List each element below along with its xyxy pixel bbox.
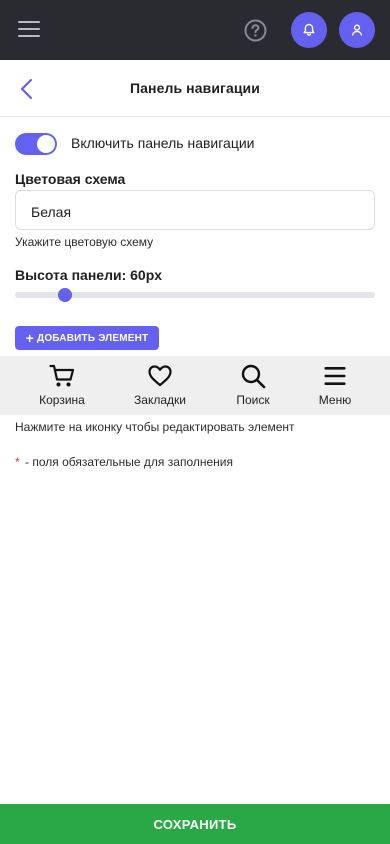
plus-icon: +	[25, 330, 34, 346]
toggle-label: Включить панель навигации	[71, 135, 255, 151]
nav-item-bookmarks[interactable]: Закладки	[115, 356, 205, 415]
panel-height-slider[interactable]	[15, 288, 375, 302]
nav-edit-hint: Нажмите на иконку чтобы редактировать эл…	[15, 420, 295, 434]
nav-item-label: Меню	[318, 393, 352, 407]
nav-item-label: Поиск	[236, 393, 270, 407]
app-bar	[0, 0, 390, 60]
search-icon	[241, 364, 266, 389]
color-scheme-value: Белая	[31, 204, 72, 220]
enable-nav-toggle-row: Включить панель навигации	[15, 132, 375, 156]
nav-preview: Корзина Закладки Поиск Меню	[0, 356, 390, 415]
user-icon	[351, 24, 363, 36]
heart-icon	[148, 365, 172, 387]
nav-item-menu[interactable]: Меню	[290, 356, 380, 415]
page-header: Панель навигации	[0, 60, 390, 117]
enable-nav-toggle[interactable]	[15, 133, 57, 155]
notifications-button[interactable]	[291, 12, 327, 48]
page-title: Панель навигации	[130, 80, 260, 96]
color-scheme-select[interactable]: Белая	[15, 190, 375, 230]
hamburger-icon[interactable]	[18, 20, 40, 38]
nav-item-label: Корзина	[39, 393, 85, 407]
save-button[interactable]: СОХРАНИТЬ	[0, 804, 390, 844]
toggle-knob	[37, 135, 55, 153]
nav-item-search[interactable]: Поиск	[208, 356, 298, 415]
add-element-button[interactable]: + ДОБАВИТЬ ЭЛЕМЕНТ	[15, 326, 159, 350]
required-star: *	[15, 455, 20, 469]
bell-icon	[303, 23, 315, 36]
required-text: - поля обязательные для заполнения	[25, 455, 233, 469]
profile-button[interactable]	[339, 12, 375, 48]
color-scheme-hint: Укажите цветовую схему	[15, 235, 154, 249]
nav-item-cart[interactable]: Корзина	[17, 356, 107, 415]
help-icon[interactable]	[244, 19, 267, 42]
nav-item-label: Закладки	[134, 393, 186, 407]
required-fields-note: * - поля обязательные для заполнения	[15, 455, 233, 469]
cart-icon	[49, 364, 75, 387]
slider-thumb[interactable]	[58, 288, 73, 302]
add-element-label: ДОБАВИТЬ ЭЛЕМЕНТ	[37, 332, 149, 344]
menu-icon	[324, 367, 346, 385]
color-scheme-label: Цветовая схема	[15, 171, 126, 187]
panel-height-label: Высота панели: 60px	[15, 267, 163, 283]
